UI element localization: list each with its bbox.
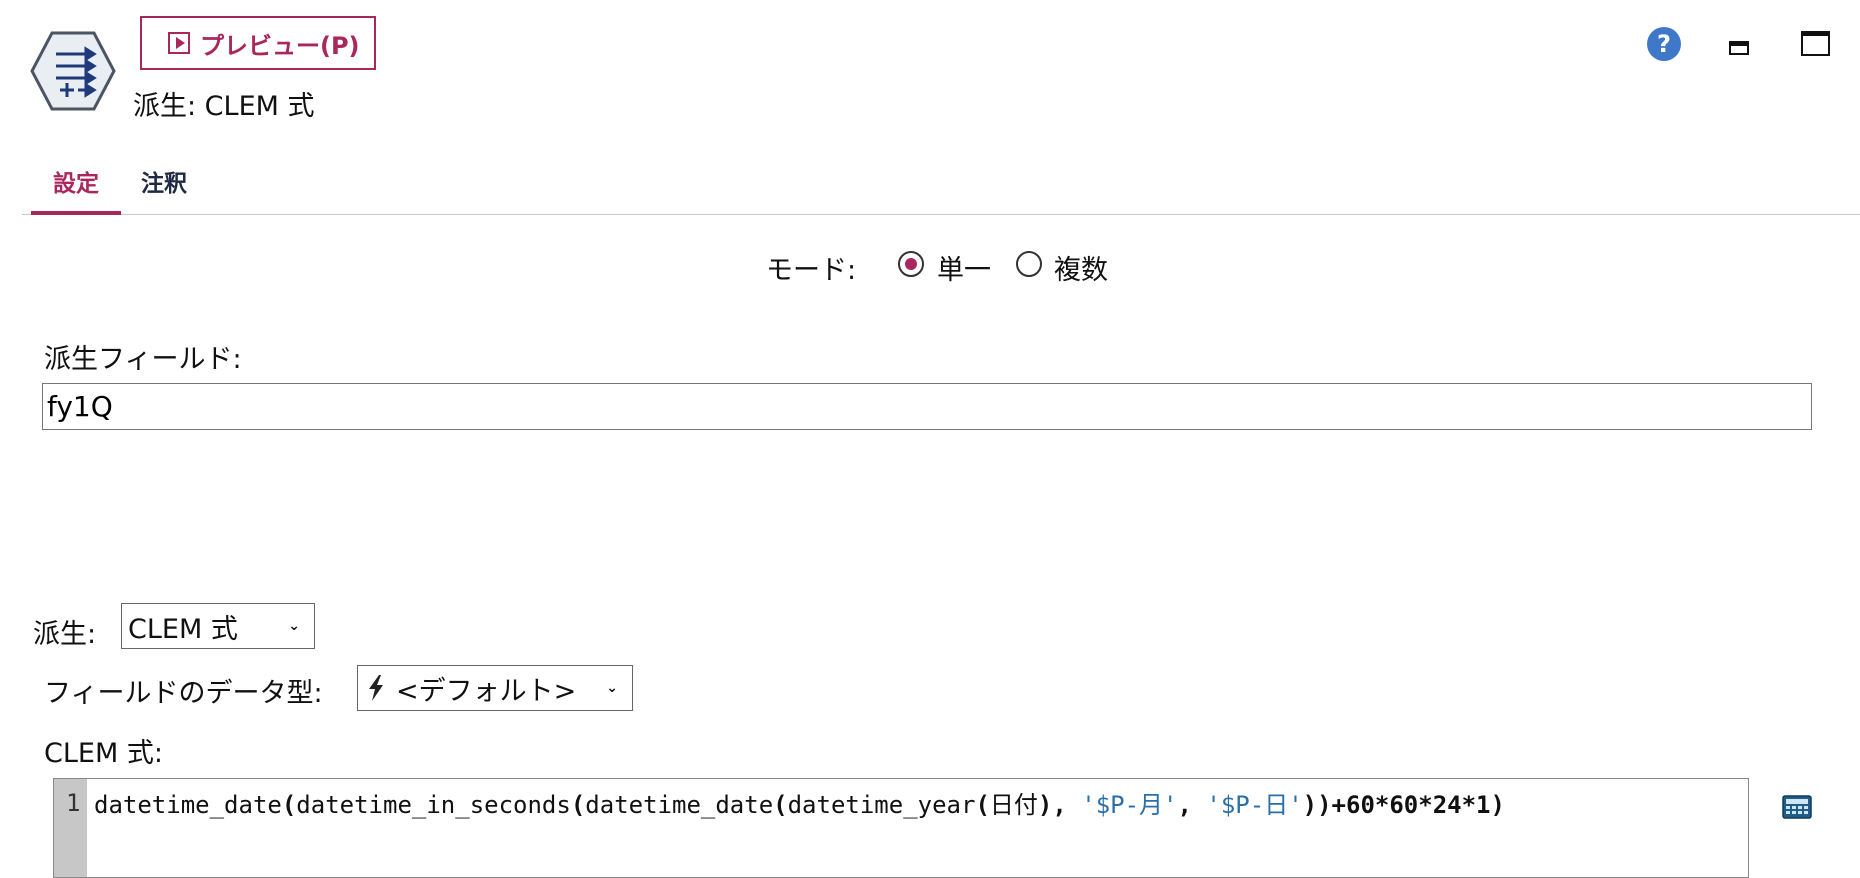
code-token: datetime_in_seconds [296,791,571,819]
derive-as-label: 派生: [33,619,97,650]
active-tab-indicator [31,211,121,215]
mode-multiple-label[interactable]: 複数 [1054,248,1108,287]
field-type-select[interactable]: <デフォルト> ⌄ [357,665,633,711]
play-icon [168,32,190,54]
node-title: 派生: CLEM 式 [133,91,315,122]
clem-expression-code[interactable]: datetime_date(datetime_in_seconds(dateti… [94,785,1505,820]
derive-as-value: CLEM 式 [128,613,238,645]
help-icon[interactable]: ? [1647,27,1681,61]
preview-button[interactable]: プレビュー(P) [140,16,376,70]
tab-annotations[interactable]: 注釈 [141,164,187,198]
chevron-down-icon: ⌄ [606,680,618,696]
field-type-label: フィールドのデータ型: [44,678,323,709]
code-token: ))+60*60*24*1) [1302,791,1505,819]
minimize-icon[interactable] [1729,41,1749,55]
code-token: ), [1037,791,1082,819]
code-token: ( [281,791,297,819]
code-string: '$P-日' [1206,791,1303,819]
expression-builder-icon[interactable] [1782,795,1812,819]
code-token: datetime_date [94,791,282,819]
lightning-icon [369,675,383,701]
clem-expression-label: CLEM 式: [44,738,163,769]
code-token: , [1177,791,1207,819]
tab-settings[interactable]: 設定 [53,164,99,198]
field-type-value: <デフォルト> [396,675,577,707]
mode-label: モード: [766,255,857,286]
mode-single-radio[interactable] [898,251,924,277]
code-token: datetime_year [787,791,976,819]
code-token: datetime_date [585,791,774,819]
line-number: 1 [66,789,81,817]
code-token: 日付 [989,791,1038,819]
clem-expression-editor[interactable]: 1 datetime_date(datetime_in_seconds(date… [53,778,1749,878]
derive-as-select[interactable]: CLEM 式 ⌄ [121,603,315,649]
tab-divider [22,214,1860,215]
derive-field-input[interactable] [42,383,1812,430]
code-string: '$P-月' [1081,791,1178,819]
mode-single-label[interactable]: 単一 [937,248,991,287]
code-token: ( [570,791,586,819]
mode-multiple-radio[interactable] [1016,251,1042,277]
derive-field-label: 派生フィールド: [44,344,242,375]
chevron-down-icon: ⌄ [288,618,300,634]
code-token: ( [773,791,788,819]
preview-button-label: プレビュー(P) [200,31,360,60]
code-token: ( [975,791,990,819]
derive-node-icon [30,31,116,111]
maximize-icon[interactable] [1801,31,1830,56]
